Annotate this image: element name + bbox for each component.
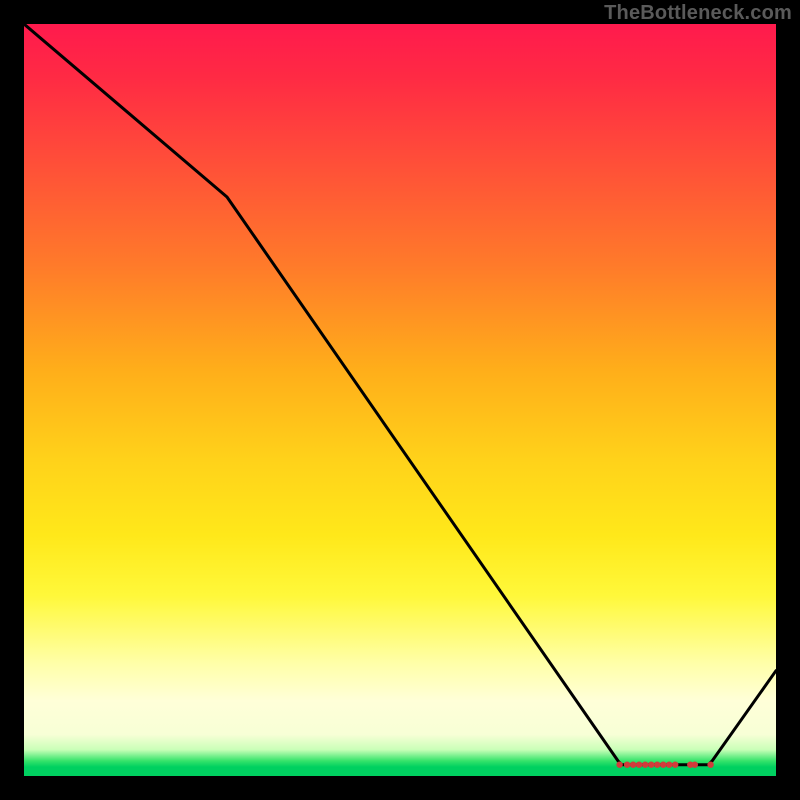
trough-marker [666, 762, 672, 768]
trough-marker [672, 762, 678, 768]
trough-marker [624, 762, 630, 768]
bottleneck-curve [24, 24, 776, 765]
trough-marker [636, 762, 642, 768]
trough-marker [692, 762, 698, 768]
trough-marker [642, 762, 648, 768]
trough-marker [707, 762, 713, 768]
trough-marker [648, 762, 654, 768]
trough-marker [654, 762, 660, 768]
trough-marker [630, 762, 636, 768]
plot-area [24, 24, 776, 776]
watermark-text: TheBottleneck.com [604, 2, 792, 25]
plot-svg [24, 24, 776, 776]
trough-marker [616, 762, 622, 768]
trough-marker [660, 762, 666, 768]
chart-container: TheBottleneck.com [0, 0, 800, 800]
